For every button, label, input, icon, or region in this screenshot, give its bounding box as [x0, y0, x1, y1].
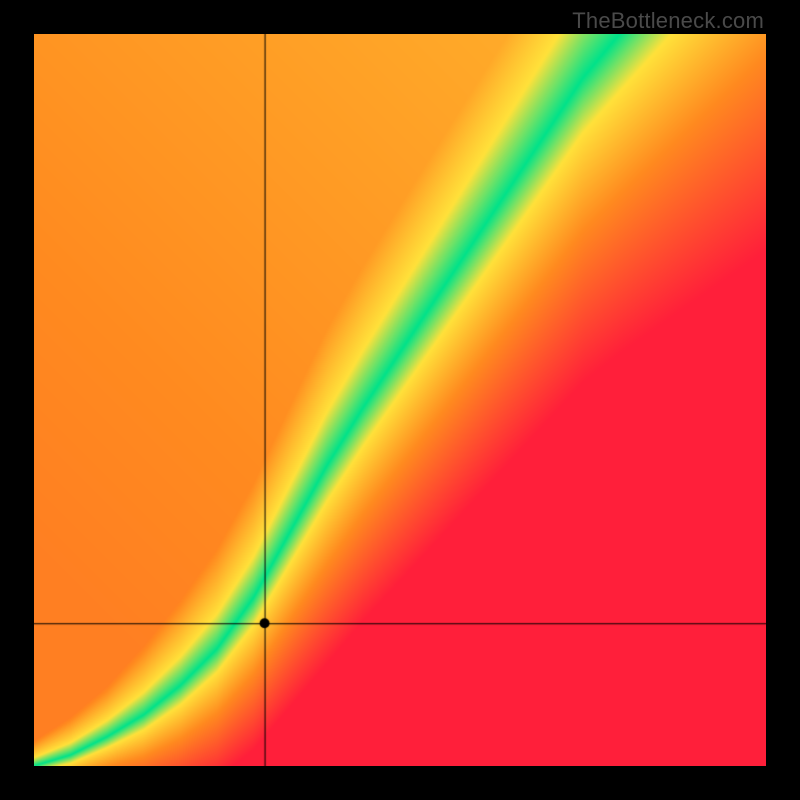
chart-frame: TheBottleneck.com: [0, 0, 800, 800]
watermark-text: TheBottleneck.com: [572, 8, 764, 34]
heatmap-canvas: [34, 34, 766, 766]
heatmap-plot: [34, 34, 766, 766]
